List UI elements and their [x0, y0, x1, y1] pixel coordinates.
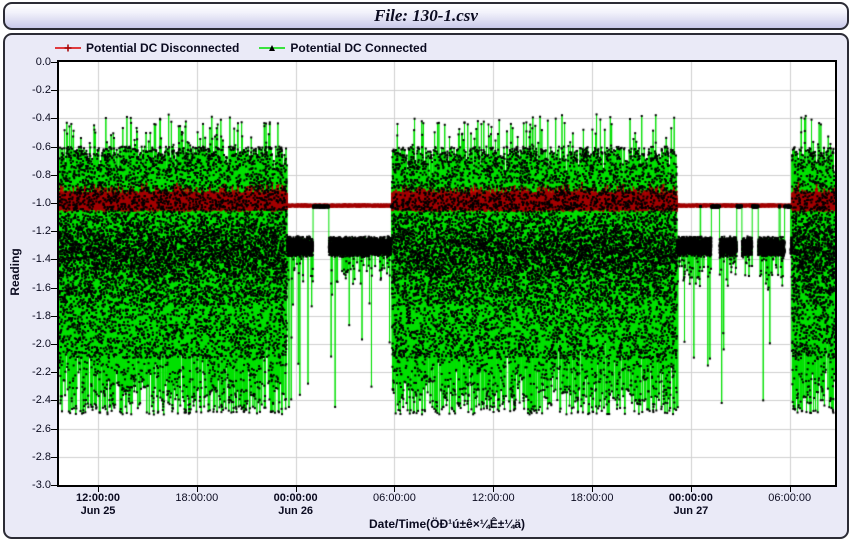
y-tick-mark — [51, 231, 57, 232]
y-tick-label: -2.0 — [7, 338, 51, 350]
x-tick-time-label: 12:00:00 — [451, 492, 535, 504]
y-tick-label: -1.8 — [7, 310, 51, 322]
x-tick-time-label: 00:00:00 — [649, 492, 733, 504]
y-tick-mark — [51, 372, 57, 373]
y-tick-label: -1.2 — [7, 225, 51, 237]
y-tick-label: -2.2 — [7, 366, 51, 378]
y-tick-mark — [51, 90, 57, 91]
window-title: File: 130-1.csv — [374, 6, 478, 26]
connected-series-marker-icon — [259, 43, 285, 53]
legend-item-dc-disconnected[interactable]: Potential DC Disconnected — [55, 41, 239, 55]
y-tick-mark — [51, 429, 57, 430]
x-tick-time-label: 06:00:00 — [748, 492, 832, 504]
chart-legend: Potential DC Disconnected Potential DC C… — [55, 41, 427, 55]
y-tick-mark — [51, 344, 57, 345]
chart-canvas[interactable] — [59, 62, 835, 485]
y-tick-mark — [51, 203, 57, 204]
y-tick-label: -2.4 — [7, 394, 51, 406]
x-tick-time-label: 06:00:00 — [352, 492, 436, 504]
y-tick-label: -0.2 — [7, 84, 51, 96]
y-tick-label: -2.6 — [7, 423, 51, 435]
y-tick-mark — [51, 62, 57, 63]
legend-label-dc-connected: Potential DC Connected — [290, 41, 427, 55]
window-titlebar: File: 130-1.csv — [3, 2, 849, 30]
y-tick-mark — [51, 147, 57, 148]
y-tick-label: -1.0 — [7, 197, 51, 209]
x-tick-time-label: 18:00:00 — [155, 492, 239, 504]
y-tick-mark — [51, 457, 57, 458]
y-tick-mark — [51, 316, 57, 317]
y-tick-label: -1.4 — [7, 253, 51, 265]
y-tick-label: 0.0 — [7, 56, 51, 68]
chart-panel: Potential DC Disconnected Potential DC C… — [3, 33, 849, 539]
application-window: File: 130-1.csv Potential DC Disconnecte… — [0, 0, 853, 543]
y-tick-mark — [51, 118, 57, 119]
disconnected-series-marker-icon — [55, 43, 81, 53]
y-tick-label: -0.4 — [7, 112, 51, 124]
x-axis-title: Date/Time(ÖÐ¹ú±ê×¼Ê±¼ä) — [59, 517, 835, 531]
y-tick-mark — [51, 259, 57, 260]
legend-item-dc-connected[interactable]: Potential DC Connected — [259, 41, 427, 55]
y-tick-mark — [51, 175, 57, 176]
x-tick-date-label: Jun 25 — [56, 505, 140, 517]
x-tick-time-label: 00:00:00 — [254, 492, 338, 504]
x-tick-time-label: 18:00:00 — [550, 492, 634, 504]
y-tick-mark — [51, 400, 57, 401]
x-tick-time-label: 12:00:00 — [56, 492, 140, 504]
y-tick-mark — [51, 288, 57, 289]
y-tick-label: -2.8 — [7, 451, 51, 463]
x-tick-date-label: Jun 27 — [649, 505, 733, 517]
plot-area[interactable] — [57, 60, 837, 487]
y-tick-label: -3.0 — [7, 479, 51, 491]
y-tick-label: -0.6 — [7, 141, 51, 153]
y-tick-label: -1.6 — [7, 282, 51, 294]
y-tick-label: -0.8 — [7, 169, 51, 181]
y-tick-mark — [51, 485, 57, 486]
x-tick-date-label: Jun 26 — [254, 505, 338, 517]
legend-label-dc-disconnected: Potential DC Disconnected — [86, 41, 239, 55]
